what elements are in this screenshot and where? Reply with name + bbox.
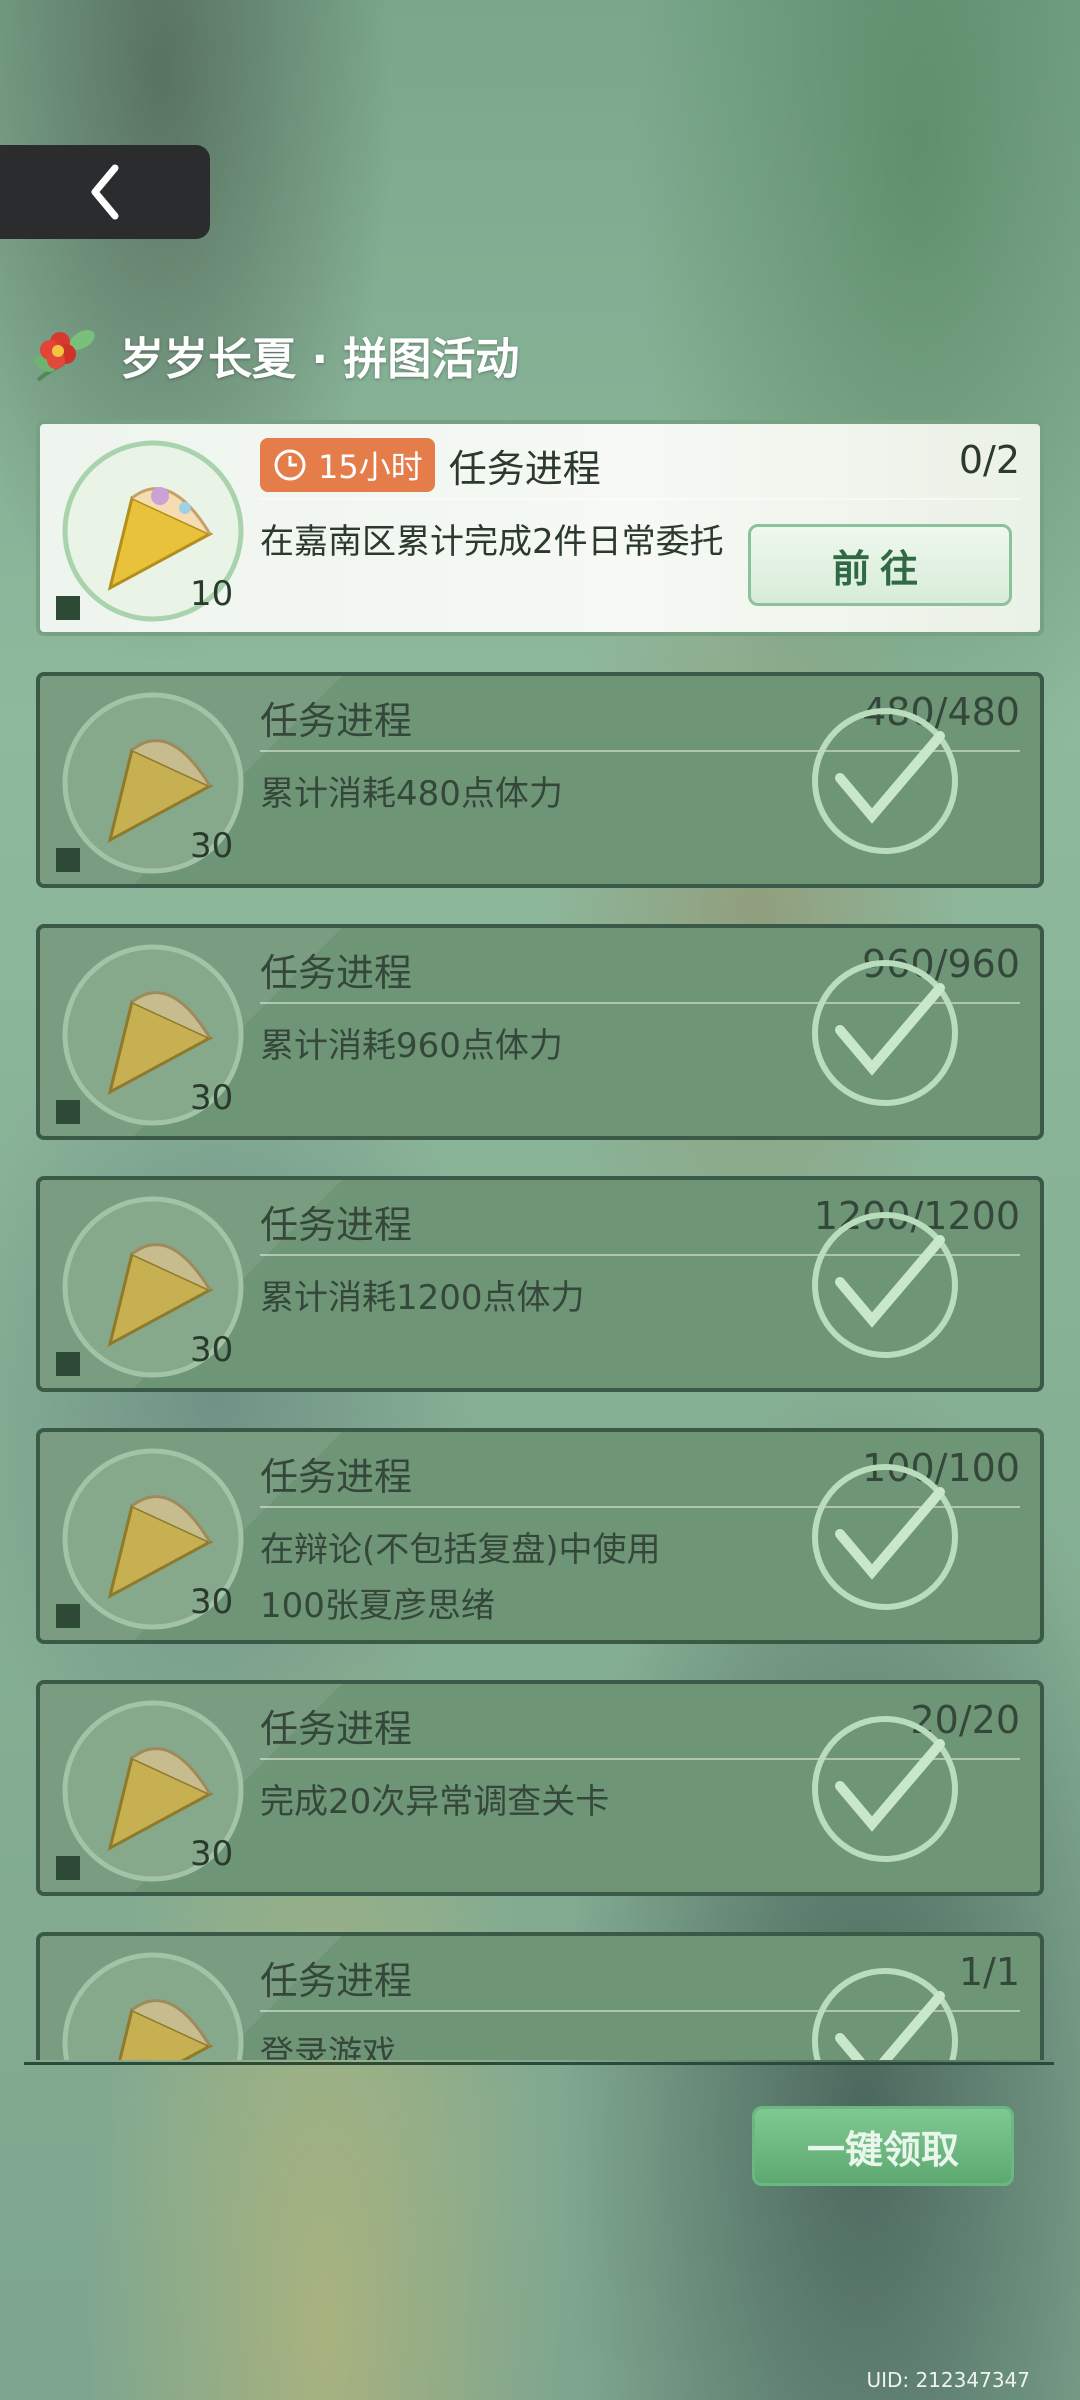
divider bbox=[260, 498, 1020, 500]
task-title: 任务进程 bbox=[260, 1706, 413, 1751]
reward-count: 30 bbox=[190, 1078, 234, 1118]
task-card: 30 任务进程 960/960 累计消耗960点体力 bbox=[36, 924, 1044, 1140]
reward-count: 30 bbox=[190, 826, 234, 866]
page-title: 岁岁长夏 · 拼图活动 bbox=[120, 334, 520, 385]
check-icon bbox=[812, 1716, 958, 1862]
task-list[interactable]: 10 15小时 任务进程 0/2 在嘉南区累计完成2件日常委托 前往 30 任务… bbox=[36, 420, 1046, 2060]
reward-count: 30 bbox=[190, 1834, 234, 1874]
reward-count: 30 bbox=[190, 1330, 234, 1370]
reward-count: 10 bbox=[190, 574, 234, 614]
go-button[interactable]: 前往 bbox=[748, 524, 1012, 606]
item-corner-mark bbox=[56, 1100, 80, 1124]
check-icon bbox=[812, 1212, 958, 1358]
check-icon bbox=[812, 1464, 958, 1610]
flower-icon bbox=[33, 330, 95, 382]
check-icon bbox=[812, 960, 958, 1106]
task-title: 任务进程 bbox=[260, 1202, 413, 1247]
task-title: 任务进程 bbox=[448, 446, 601, 491]
task-card: 30 任务进程 480/480 累计消耗480点体力 bbox=[36, 672, 1044, 888]
item-corner-mark bbox=[56, 848, 80, 872]
task-header: 任务进程 bbox=[260, 1438, 412, 1508]
task-description: 登录游戏 bbox=[260, 2034, 396, 2060]
task-header: 任务进程 bbox=[260, 682, 412, 752]
clock-icon bbox=[274, 449, 306, 481]
reward-count: 30 bbox=[190, 1582, 234, 1622]
task-description: 在辩论(不包括复盘)中使用100张夏彦思绪 bbox=[260, 1530, 661, 1626]
task-card: 30 任务进程 1/1 登录游戏 bbox=[36, 1932, 1044, 2060]
check-icon bbox=[812, 708, 958, 854]
task-card: 30 任务进程 20/20 完成20次异常调查关卡 bbox=[36, 1680, 1044, 1896]
item-corner-mark bbox=[56, 1856, 80, 1880]
task-header: 15小时 任务进程 bbox=[260, 430, 601, 500]
timer-text: 15小时 bbox=[318, 448, 423, 486]
list-bottom-divider bbox=[24, 2062, 1054, 2065]
task-progress: 0/2 bbox=[958, 438, 1020, 482]
task-header: 任务进程 bbox=[260, 1690, 412, 1760]
reward-item[interactable] bbox=[60, 1950, 246, 2060]
task-card: 30 任务进程 1200/1200 累计消耗1200点体力 bbox=[36, 1176, 1044, 1392]
task-description: 累计消耗960点体力 bbox=[260, 1026, 563, 1066]
task-title: 任务进程 bbox=[260, 698, 413, 743]
page-header: 岁岁长夏 · 拼图活动 bbox=[30, 320, 519, 390]
item-corner-mark bbox=[56, 1604, 80, 1628]
task-description: 累计消耗1200点体力 bbox=[260, 1278, 585, 1318]
task-header: 任务进程 bbox=[260, 934, 412, 1004]
task-description: 完成20次异常调查关卡 bbox=[260, 1782, 610, 1822]
task-header: 任务进程 bbox=[260, 1942, 412, 2012]
check-icon bbox=[812, 1968, 958, 2060]
timer-badge: 15小时 bbox=[260, 438, 435, 492]
task-title: 任务进程 bbox=[260, 1454, 413, 1499]
task-description: 累计消耗480点体力 bbox=[260, 774, 563, 814]
uid-label: UID: 212347347 bbox=[866, 2368, 1030, 2392]
task-header: 任务进程 bbox=[260, 1186, 412, 1256]
task-card: 30 任务进程 100/100 在辩论(不包括复盘)中使用100张夏彦思绪 bbox=[36, 1428, 1044, 1644]
item-corner-mark bbox=[56, 596, 80, 620]
chevron-left-icon bbox=[91, 164, 119, 220]
task-card: 10 15小时 任务进程 0/2 在嘉南区累计完成2件日常委托 前往 bbox=[36, 420, 1044, 636]
task-title: 任务进程 bbox=[260, 1958, 413, 2003]
back-button[interactable] bbox=[0, 145, 210, 239]
golden-cone-icon bbox=[62, 1952, 244, 2060]
claim-all-button[interactable]: 一键领取 bbox=[752, 2106, 1014, 2186]
task-progress: 1/1 bbox=[958, 1950, 1020, 1994]
task-title: 任务进程 bbox=[260, 950, 413, 995]
item-corner-mark bbox=[56, 1352, 80, 1376]
task-description: 在嘉南区累计完成2件日常委托 bbox=[260, 522, 724, 562]
